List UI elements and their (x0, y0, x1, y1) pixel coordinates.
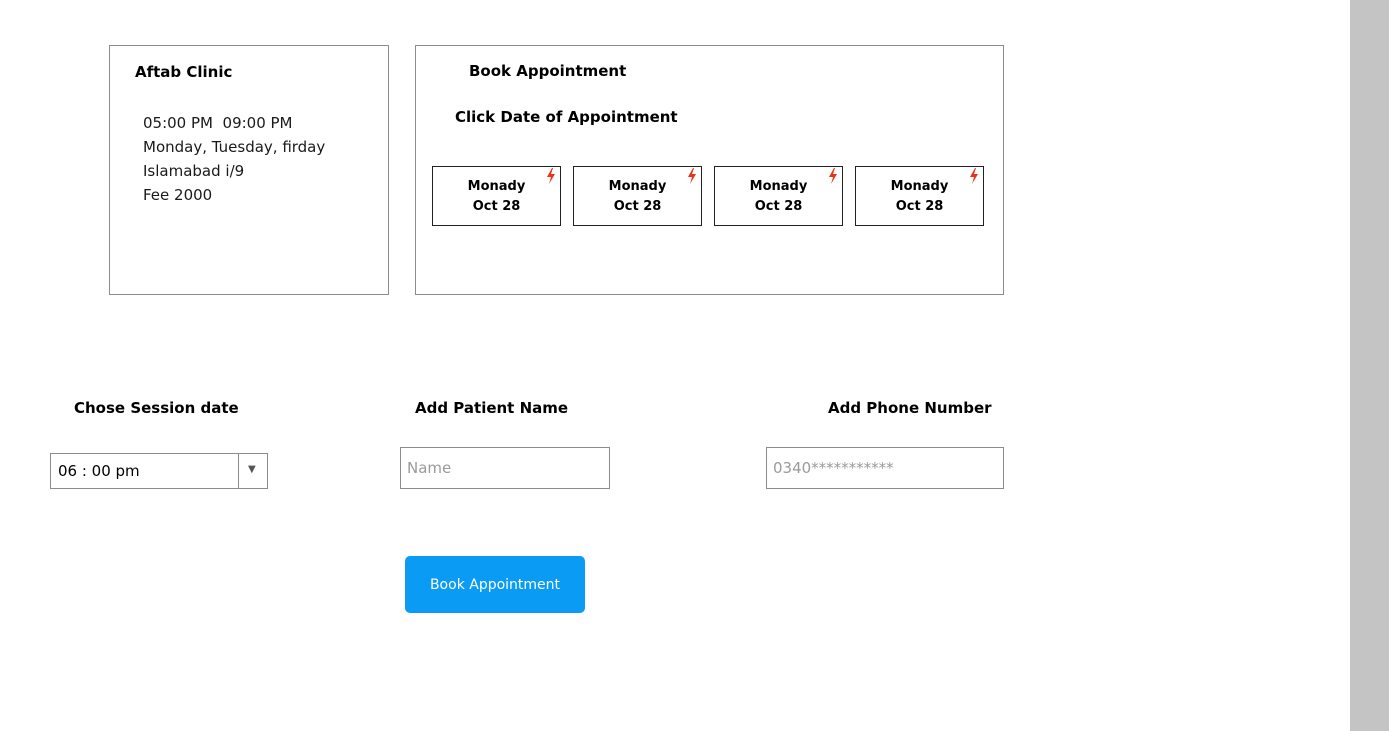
date-tile-date: Oct 28 (613, 199, 662, 214)
date-tile[interactable]: Monady Oct 28 (573, 166, 702, 226)
date-tile-day: Monady (749, 179, 808, 194)
session-time-value: 06 : 00 pm (58, 462, 140, 480)
patient-name-input[interactable] (400, 447, 610, 489)
clinic-name: Aftab Clinic (135, 63, 233, 81)
phone-number-input[interactable] (766, 447, 1004, 489)
book-appointment-button[interactable]: Book Appointment (405, 556, 585, 613)
select-divider (238, 454, 239, 488)
booking-card: Book Appointment Click Date of Appointme… (415, 45, 1004, 295)
chevron-down-icon[interactable]: ▼ (248, 464, 256, 475)
scrollbar[interactable] (1350, 0, 1389, 731)
date-tile[interactable]: Monady Oct 28 (714, 166, 843, 226)
date-tile-day: Monady (890, 179, 949, 194)
phone-number-label: Add Phone Number (828, 399, 992, 417)
date-tile-date: Oct 28 (472, 199, 521, 214)
session-date-label: Chose Session date (74, 399, 239, 417)
lightning-icon (829, 168, 837, 184)
booking-subtitle: Click Date of Appointment (455, 108, 678, 126)
lightning-icon (547, 168, 555, 184)
date-tile[interactable]: Monady Oct 28 (432, 166, 561, 226)
clinic-hours: 05:00 PM 09:00 PM (143, 114, 293, 132)
date-tile[interactable]: Monady Oct 28 (855, 166, 984, 226)
lightning-icon (970, 168, 978, 184)
booking-title: Book Appointment (469, 62, 627, 80)
date-tile-date: Oct 28 (754, 199, 803, 214)
lightning-icon (688, 168, 696, 184)
clinic-info-card: Aftab Clinic 05:00 PM 09:00 PM Monday, T… (109, 45, 389, 295)
date-tile-day: Monady (608, 179, 667, 194)
clinic-days: Monday, Tuesday, firday (143, 138, 326, 156)
date-tile-day: Monady (467, 179, 526, 194)
clinic-fee: Fee 2000 (143, 186, 213, 204)
session-time-select[interactable]: 06 : 00 pm ▼ (50, 453, 268, 489)
clinic-location: Islamabad i/9 (143, 162, 245, 180)
patient-name-label: Add Patient Name (415, 399, 569, 417)
date-tile-date: Oct 28 (895, 199, 944, 214)
